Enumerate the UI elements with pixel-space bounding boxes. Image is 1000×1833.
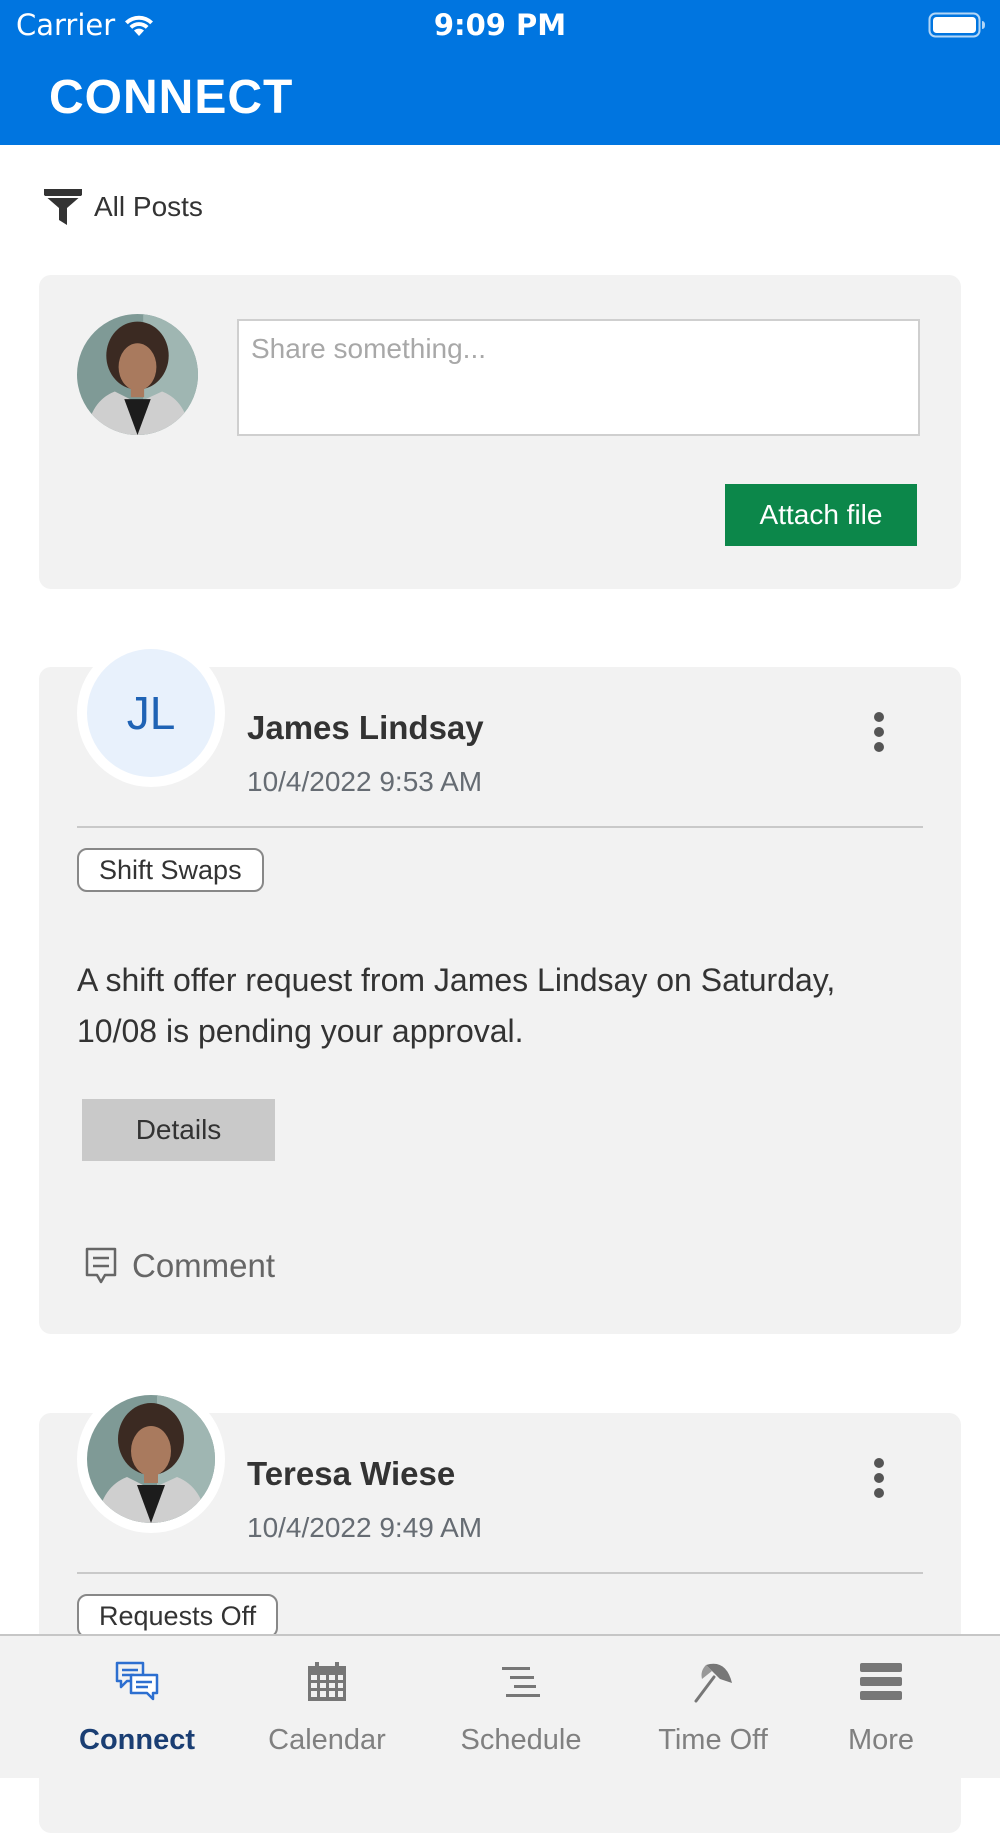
post-filter[interactable]: All Posts <box>42 187 203 227</box>
bottom-tab-bar: Connect Calendar Schedule Time Off More <box>0 1634 1000 1778</box>
post-tag: Shift Swaps <box>77 848 264 892</box>
comment-icon <box>85 1247 117 1284</box>
funnel-icon <box>44 189 82 225</box>
tab-label: Schedule <box>460 1724 582 1756</box>
tab-schedule[interactable]: Schedule <box>431 1636 611 1780</box>
tab-calendar[interactable]: Calendar <box>237 1636 417 1780</box>
post-timestamp: 10/4/2022 9:53 AM <box>247 766 483 797</box>
tab-label: Time Off <box>658 1724 768 1756</box>
avatar-initials: JL <box>87 649 215 777</box>
post-divider <box>77 1572 923 1574</box>
status-time: 9:09 PM <box>433 8 567 42</box>
user-photo-icon <box>77 314 198 435</box>
tab-label: Calendar <box>268 1724 386 1756</box>
tab-label: Connect <box>79 1724 195 1756</box>
avatar: JL <box>77 639 225 787</box>
attach-file-button[interactable]: Attach file <box>725 484 917 546</box>
chat-bubbles-icon <box>115 1661 159 1701</box>
schedule-lines-icon <box>502 1667 540 1697</box>
compose-card: Attach file <box>39 275 961 589</box>
tab-more[interactable]: More <box>791 1636 971 1780</box>
post-author: James Lindsay <box>247 709 484 746</box>
avatar <box>77 314 198 435</box>
avatar <box>77 1385 225 1533</box>
tab-connect[interactable]: Connect <box>47 1636 227 1780</box>
page-title: CONNECT <box>49 71 294 124</box>
share-input[interactable] <box>237 319 920 436</box>
user-photo-icon <box>87 1395 215 1523</box>
post-body: A shift offer request from James Lindsay… <box>77 962 836 1049</box>
more-options-icon[interactable] <box>867 707 891 757</box>
battery-icon <box>928 12 985 38</box>
comment-button[interactable]: Comment <box>84 1247 275 1285</box>
post-divider <box>77 826 923 828</box>
post-tag: Requests Off <box>77 1594 279 1638</box>
filter-label: All Posts <box>94 191 203 222</box>
user-photo <box>87 1395 215 1523</box>
post-card: JL James Lindsay 10/4/2022 9:53 AM Shift… <box>39 639 961 1334</box>
post-timestamp: 10/4/2022 9:49 AM <box>247 1512 483 1543</box>
details-button[interactable]: Details <box>82 1099 275 1161</box>
comment-label: Comment <box>132 1247 276 1284</box>
tab-label: More <box>847 1724 915 1756</box>
more-options-icon[interactable] <box>867 1453 891 1503</box>
app-header: Carrier 9:09 PM CONNECT <box>0 0 1000 145</box>
menu-icon <box>860 1663 902 1700</box>
tab-time-off[interactable]: Time Off <box>623 1636 803 1780</box>
calendar-icon <box>308 1662 346 1701</box>
umbrella-icon <box>694 1663 732 1703</box>
post-author: Teresa Wiese <box>247 1455 456 1492</box>
